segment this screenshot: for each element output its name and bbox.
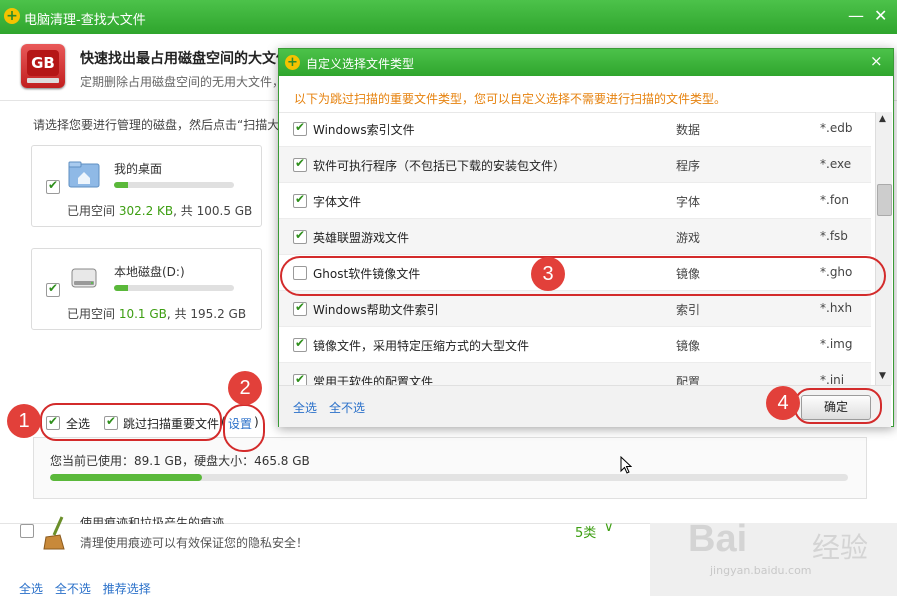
dialog-title: 自定义选择文件类型: [306, 57, 415, 71]
file-type-checkbox[interactable]: [293, 300, 307, 316]
file-type-row[interactable]: 软件可执行程序（不包括已下载的安装包文件） 程序 *.exe: [279, 147, 871, 183]
file-type-checkbox[interactable]: [293, 336, 307, 352]
file-type-category: 数据: [676, 123, 701, 137]
drive-card-d[interactable]: 本地磁盘(D:) 已用空间 10.1 GB, 共 195.2 GB: [31, 248, 262, 330]
header-subtitle: 定期删除占用磁盘空间的无用大文件，: [80, 75, 285, 89]
file-type-category: 索引: [676, 303, 701, 317]
file-type-extension: *.fon: [820, 193, 849, 207]
header-title: 快速找出最占用磁盘空间的大文件: [80, 51, 290, 67]
file-type-name: 英雄联盟游戏文件: [313, 231, 410, 245]
file-type-row[interactable]: 字体文件 字体 *.fon: [279, 183, 871, 219]
annotation-ring-3: [280, 256, 886, 296]
file-type-checkbox[interactable]: [293, 120, 307, 136]
footer-links: 全选 全不选 推荐选择: [19, 580, 159, 597]
dialog-close-icon[interactable]: ×: [870, 52, 883, 70]
watermark-brand: Bai: [688, 518, 748, 560]
file-type-checkbox[interactable]: [293, 228, 307, 244]
file-type-category: 游戏: [676, 231, 701, 245]
scroll-thumb[interactable]: [877, 184, 892, 216]
baidu-watermark: Bai 经验 jingyan.baidu.com: [688, 518, 888, 590]
trace-clean-description: 清理使用痕迹可以有效保证您的隐私安全！: [80, 536, 309, 550]
watermark-brand-cn: 经验: [812, 531, 869, 564]
dialog-select-all-link[interactable]: 全选: [293, 399, 317, 416]
mouse-cursor-icon: [620, 456, 632, 474]
main-titlebar: + 电脑清理-查找大文件 — ✕: [0, 0, 897, 34]
drive-usage-text: 已用空间 10.1 GB, 共 195.2 GB: [67, 307, 247, 321]
trace-clean-title: 使用痕迹和垃圾产生的痕迹: [80, 516, 225, 524]
annotation-step-2: 2: [228, 371, 262, 405]
file-type-name: 镜像文件，采用特定压缩方式的大型文件: [313, 339, 530, 353]
large-file-gb-icon: GB: [21, 44, 65, 88]
file-type-name: Windows索引文件: [313, 123, 415, 137]
file-type-row[interactable]: 英雄联盟游戏文件 游戏 *.fsb: [279, 219, 871, 255]
disk-usage-bar: [50, 474, 848, 481]
file-type-category: 镜像: [676, 339, 701, 353]
drive-checkbox[interactable]: [46, 281, 60, 297]
broom-icon: [43, 516, 65, 550]
app-logo-icon: +: [4, 8, 20, 24]
annotation-ring-1: [40, 403, 222, 441]
file-type-extension: *.img: [820, 337, 853, 351]
window-title: 电脑清理-查找大文件: [24, 13, 146, 28]
file-type-list: Windows索引文件 数据 *.edb 软件可执行程序（不包括已下载的安装包文件） 程…: [279, 112, 891, 386]
trace-clean-count: 5类: [575, 526, 597, 541]
gb-icon-text: GB: [27, 50, 59, 76]
scroll-down-icon[interactable]: ▼: [879, 371, 886, 381]
disk-summary-text: 您当前已使用：89.1 GB，硬盘大小：465.8 GB: [50, 454, 310, 468]
dialog-notice: 以下为跳过扫描的重要文件类型，您可以自定义选择不需要进行扫描的文件类型。: [294, 92, 727, 106]
scroll-up-icon[interactable]: ▲: [879, 114, 886, 124]
file-type-dialog: + 自定义选择文件类型 × 以下为跳过扫描的重要文件类型，您可以自定义选择不需要…: [278, 48, 894, 427]
annotation-step-1: 1: [7, 404, 41, 438]
file-type-extension: *.edb: [820, 121, 853, 135]
trace-clean-checkbox[interactable]: [20, 524, 34, 538]
file-type-row[interactable]: 镜像文件，采用特定压缩方式的大型文件 镜像 *.img: [279, 327, 871, 363]
footer-recommend-link[interactable]: 推荐选择: [103, 582, 151, 596]
minimize-icon[interactable]: —: [848, 6, 864, 25]
footer-select-none-link[interactable]: 全不选: [55, 582, 91, 596]
file-type-category: 字体: [676, 195, 701, 209]
dialog-logo-icon: +: [285, 55, 300, 70]
annotation-step-3: 3: [531, 257, 565, 291]
dialog-titlebar: + 自定义选择文件类型 ×: [279, 49, 893, 76]
drive-card-desktop[interactable]: 我的桌面 已用空间 302.2 KB, 共 100.5 GB: [31, 145, 262, 227]
footer-select-all-link[interactable]: 全选: [19, 582, 43, 596]
drive-usage-bar: [114, 182, 234, 188]
annotation-ring-4: [794, 388, 882, 424]
file-type-category: 程序: [676, 159, 701, 173]
drive-usage-bar: [114, 285, 234, 291]
file-type-name: Windows帮助文件索引: [313, 303, 439, 317]
watermark-url: jingyan.baidu.com: [710, 564, 812, 577]
file-type-extension: *.hxh: [820, 301, 853, 315]
dialog-scrollbar[interactable]: ▲ ▼: [875, 112, 892, 385]
desktop-folder-icon: [68, 161, 100, 188]
disk-summary-panel: 您当前已使用：89.1 GB，硬盘大小：465.8 GB: [33, 437, 867, 499]
file-type-row[interactable]: Windows帮助文件索引 索引 *.hxh: [279, 291, 871, 327]
drive-checkbox[interactable]: [46, 178, 60, 194]
annotation-step-4: 4: [766, 386, 800, 420]
file-type-checkbox[interactable]: [293, 156, 307, 172]
chevron-down-icon[interactable]: ∨: [604, 520, 614, 535]
file-type-name: 字体文件: [313, 195, 362, 209]
hard-disk-icon: [71, 268, 97, 288]
file-type-row[interactable]: Windows索引文件 数据 *.edb: [279, 113, 871, 147]
dialog-select-none-link[interactable]: 全不选: [329, 399, 365, 416]
instruction-text: 请选择您要进行管理的磁盘，然后点击“扫描大: [33, 118, 280, 132]
annotation-ring-2: [223, 404, 265, 452]
file-type-extension: *.fsb: [820, 229, 848, 243]
file-type-checkbox[interactable]: [293, 192, 307, 208]
drive-name: 本地磁盘(D:): [114, 265, 185, 279]
drive-usage-text: 已用空间 302.2 KB, 共 100.5 GB: [67, 204, 253, 218]
file-type-name: 软件可执行程序（不包括已下载的安装包文件）: [313, 159, 566, 173]
file-type-row[interactable]: 常用于软件的配置文件配置*.ini: [279, 363, 871, 386]
close-icon[interactable]: ✕: [874, 6, 887, 25]
file-type-extension: *.exe: [820, 157, 852, 171]
drive-name: 我的桌面: [114, 162, 163, 176]
